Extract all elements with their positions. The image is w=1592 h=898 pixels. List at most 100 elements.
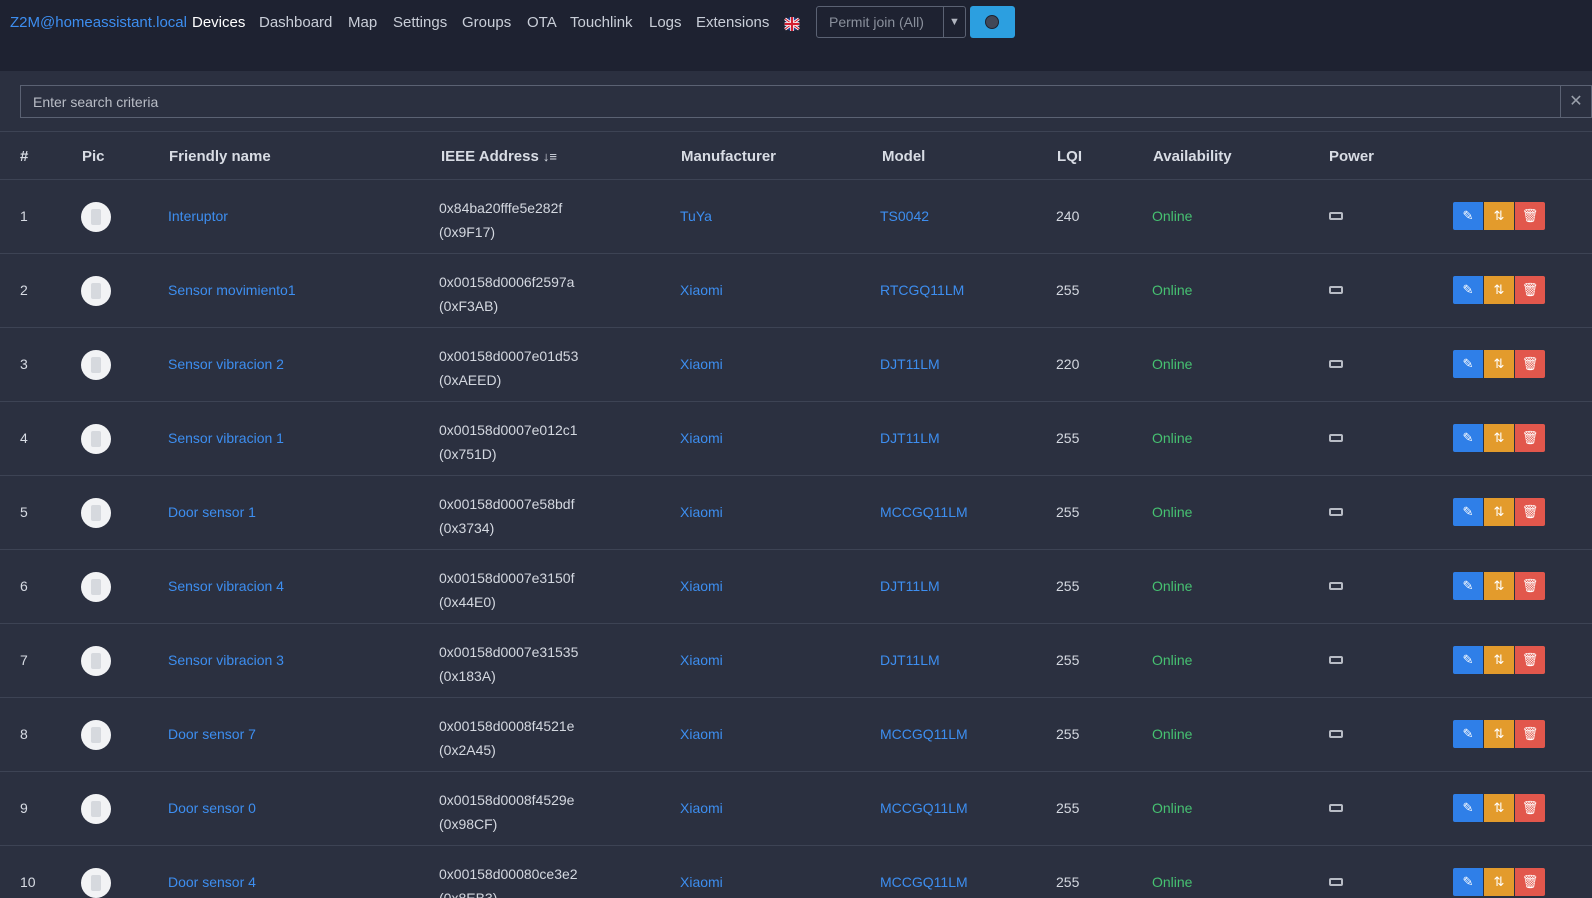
nav-extensions[interactable]: Extensions <box>696 14 769 31</box>
header-manufacturer[interactable]: Manufacturer <box>681 148 776 165</box>
model-link[interactable]: DJT11LM <box>880 652 940 668</box>
model-link[interactable]: DJT11LM <box>880 578 940 594</box>
model-link[interactable]: DJT11LM <box>880 356 940 372</box>
friendly-name-link[interactable]: Sensor vibracion 3 <box>168 652 284 668</box>
swap-button[interactable]: ⇅ <box>1484 276 1514 304</box>
friendly-name-link[interactable]: Sensor vibracion 2 <box>168 356 284 372</box>
nav-dashboard[interactable]: Dashboard <box>259 14 332 31</box>
swap-button[interactable]: ⇅ <box>1484 868 1514 896</box>
brand-link[interactable]: Z2M@homeassistant.local <box>10 14 187 31</box>
manufacturer-link[interactable]: Xiaomi <box>680 800 723 816</box>
delete-button[interactable]: 🗑 <box>1515 646 1545 674</box>
nav-ota[interactable]: OTA <box>527 14 557 31</box>
battery-icon <box>1329 878 1343 886</box>
network-address: (0xF3AB) <box>439 298 499 314</box>
manufacturer-link[interactable]: Xiaomi <box>680 726 723 742</box>
friendly-name-link[interactable]: Sensor movimiento1 <box>168 282 296 298</box>
header-num[interactable]: # <box>20 148 28 165</box>
device-image <box>81 350 111 380</box>
chevron-down-icon[interactable]: ▼ <box>943 7 965 37</box>
model-link[interactable]: MCCGQ11LM <box>880 504 968 520</box>
friendly-name-link[interactable]: Interuptor <box>168 208 228 224</box>
uk-flag-icon[interactable] <box>781 14 803 34</box>
edit-button[interactable]: ✎ <box>1453 572 1483 600</box>
friendly-name-link[interactable]: Sensor vibracion 1 <box>168 430 284 446</box>
swap-button[interactable]: ⇅ <box>1484 720 1514 748</box>
swap-button[interactable]: ⇅ <box>1484 350 1514 378</box>
edit-button[interactable]: ✎ <box>1453 868 1483 896</box>
table-row: 8 Door sensor 7 0x00158d0008f4521e (0x2A4… <box>0 698 1592 772</box>
manufacturer-link[interactable]: Xiaomi <box>680 282 723 298</box>
edit-button[interactable]: ✎ <box>1453 720 1483 748</box>
close-icon[interactable]: ✕ <box>1561 85 1592 118</box>
edit-button[interactable]: ✎ <box>1453 276 1483 304</box>
nav-touchlink[interactable]: Touchlink <box>570 14 633 31</box>
header-friendly-name[interactable]: Friendly name <box>169 148 271 165</box>
device-image <box>81 276 111 306</box>
delete-button[interactable]: 🗑 <box>1515 276 1545 304</box>
header-availability[interactable]: Availability <box>1153 148 1232 165</box>
delete-button[interactable]: 🗑 <box>1515 498 1545 526</box>
nav-settings[interactable]: Settings <box>393 14 447 31</box>
network-address: (0x8EB3) <box>439 890 498 898</box>
search-input[interactable] <box>21 86 1560 117</box>
model-link[interactable]: RTCGQ11LM <box>880 282 964 298</box>
swap-button[interactable]: ⇅ <box>1484 572 1514 600</box>
model-link[interactable]: MCCGQ11LM <box>880 800 968 816</box>
nav-map[interactable]: Map <box>348 14 377 31</box>
swap-button[interactable]: ⇅ <box>1484 646 1514 674</box>
model-link[interactable]: TS0042 <box>880 208 929 224</box>
device-image <box>81 202 111 232</box>
lqi-value: 255 <box>1056 726 1080 742</box>
row-num: 6 <box>20 578 28 594</box>
manufacturer-link[interactable]: TuYa <box>680 208 712 224</box>
top-navbar: Z2M@homeassistant.local Devices Dashboar… <box>0 0 1592 71</box>
swap-button[interactable]: ⇅ <box>1484 424 1514 452</box>
manufacturer-link[interactable]: Xiaomi <box>680 874 723 890</box>
delete-button[interactable]: 🗑 <box>1515 572 1545 600</box>
header-lqi[interactable]: LQI <box>1057 148 1082 165</box>
nav-logs[interactable]: Logs <box>649 14 682 31</box>
manufacturer-link[interactable]: Xiaomi <box>680 504 723 520</box>
permit-join-button[interactable] <box>970 6 1015 38</box>
manufacturer-link[interactable]: Xiaomi <box>680 578 723 594</box>
manufacturer-link[interactable]: Xiaomi <box>680 430 723 446</box>
row-num: 8 <box>20 726 28 742</box>
availability-status: Online <box>1152 874 1193 890</box>
edit-button[interactable]: ✎ <box>1453 794 1483 822</box>
edit-button[interactable]: ✎ <box>1453 424 1483 452</box>
model-link[interactable]: MCCGQ11LM <box>880 874 968 890</box>
swap-button[interactable]: ⇅ <box>1484 498 1514 526</box>
delete-button[interactable]: 🗑 <box>1515 868 1545 896</box>
friendly-name-link[interactable]: Door sensor 4 <box>168 874 256 890</box>
delete-button[interactable]: 🗑 <box>1515 350 1545 378</box>
nav-devices[interactable]: Devices <box>192 14 245 31</box>
edit-button[interactable]: ✎ <box>1453 202 1483 230</box>
delete-button[interactable]: 🗑 <box>1515 202 1545 230</box>
friendly-name-link[interactable]: Door sensor 1 <box>168 504 256 520</box>
friendly-name-link[interactable]: Door sensor 0 <box>168 800 256 816</box>
header-power[interactable]: Power <box>1329 148 1374 165</box>
delete-button[interactable]: 🗑 <box>1515 794 1545 822</box>
delete-button[interactable]: 🗑 <box>1515 720 1545 748</box>
permit-join-label: Permit join (All) <box>829 14 924 30</box>
permit-join-select[interactable]: Permit join (All) ▼ <box>816 6 966 38</box>
header-model[interactable]: Model <box>882 148 925 165</box>
swap-button[interactable]: ⇅ <box>1484 794 1514 822</box>
friendly-name-link[interactable]: Sensor vibracion 4 <box>168 578 284 594</box>
manufacturer-link[interactable]: Xiaomi <box>680 356 723 372</box>
edit-button[interactable]: ✎ <box>1453 350 1483 378</box>
edit-button[interactable]: ✎ <box>1453 498 1483 526</box>
edit-button[interactable]: ✎ <box>1453 646 1483 674</box>
header-ieee[interactable]: IEEE Address ↓≡ <box>441 148 557 165</box>
availability-status: Online <box>1152 726 1193 742</box>
model-link[interactable]: MCCGQ11LM <box>880 726 968 742</box>
manufacturer-link[interactable]: Xiaomi <box>680 652 723 668</box>
row-actions: ✎ ⇅ 🗑 <box>1453 276 1545 304</box>
row-actions: ✎ ⇅ 🗑 <box>1453 424 1545 452</box>
swap-button[interactable]: ⇅ <box>1484 202 1514 230</box>
nav-groups[interactable]: Groups <box>462 14 511 31</box>
model-link[interactable]: DJT11LM <box>880 430 940 446</box>
friendly-name-link[interactable]: Door sensor 7 <box>168 726 256 742</box>
delete-button[interactable]: 🗑 <box>1515 424 1545 452</box>
